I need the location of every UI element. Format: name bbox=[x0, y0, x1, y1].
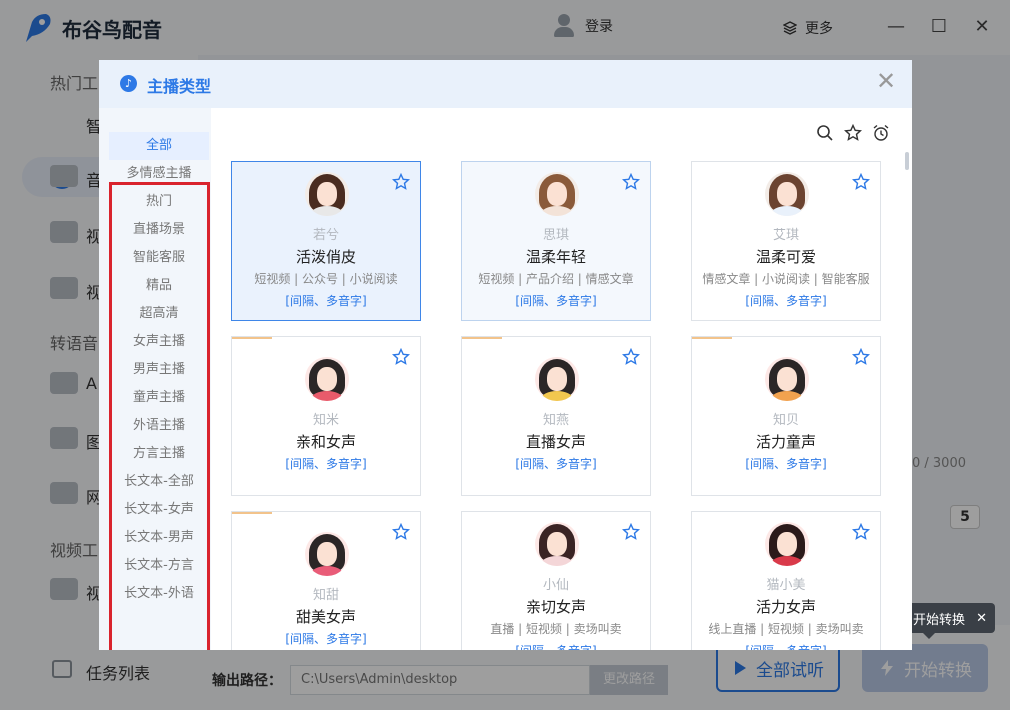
card-corner-accent bbox=[692, 337, 732, 339]
tooltip-close-icon[interactable]: ✕ bbox=[976, 611, 987, 626]
anchor-card[interactable]: 小仙亲切女声直播 | 短视频 | 卖场叫卖 [间隔、多音字] bbox=[461, 511, 651, 650]
anchor-card[interactable]: 知贝活力童声 [间隔、多音字] bbox=[691, 336, 881, 496]
anchor-voice-type: 直播女声 bbox=[525, 433, 586, 451]
star-icon[interactable] bbox=[844, 124, 862, 142]
favorite-star-icon[interactable] bbox=[851, 172, 871, 191]
category-item[interactable]: 精品 bbox=[109, 272, 209, 300]
anchor-name: 小仙 bbox=[542, 578, 569, 593]
alarm-clock-icon[interactable] bbox=[872, 124, 890, 142]
anchor-features: [间隔、多音字] bbox=[285, 632, 367, 646]
music-note-icon: ♪ bbox=[120, 75, 137, 92]
favorite-star-icon[interactable] bbox=[621, 522, 641, 541]
tooltip-text: 开始转换 bbox=[913, 612, 966, 628]
search-icon[interactable] bbox=[816, 124, 834, 142]
anchor-card[interactable]: 艾琪温柔可爱情感文章 | 小说阅读 | 智能客服 [间隔、多音字] bbox=[691, 161, 881, 321]
anchor-features: [间隔、多音字] bbox=[515, 294, 597, 308]
category-item[interactable]: 多情感主播 bbox=[109, 160, 209, 188]
category-item[interactable]: 长文本-女声 bbox=[109, 496, 209, 524]
anchor-avatar bbox=[535, 357, 579, 401]
category-item[interactable]: 长文本-方言 bbox=[109, 552, 209, 580]
anchor-card[interactable]: 若兮活泼俏皮短视频 | 公众号 | 小说阅读 [间隔、多音字] bbox=[231, 161, 421, 321]
category-item[interactable]: 长文本-外语 bbox=[109, 580, 209, 608]
anchor-card[interactable]: 知燕直播女声 [间隔、多音字] bbox=[461, 336, 651, 496]
start-tooltip: 开始转换 ✕ bbox=[905, 603, 995, 639]
anchor-name: 知米 bbox=[312, 413, 339, 428]
favorite-star-icon[interactable] bbox=[391, 522, 411, 541]
favorite-star-icon[interactable] bbox=[851, 522, 871, 541]
anchor-name: 知甜 bbox=[312, 588, 339, 603]
card-scrollbar[interactable] bbox=[905, 152, 909, 170]
favorite-star-icon[interactable] bbox=[391, 347, 411, 366]
anchor-tags: 短视频 | 公众号 | 小说阅读 bbox=[254, 272, 398, 286]
anchor-avatar bbox=[765, 522, 809, 566]
dialog-title: 主播类型 bbox=[147, 77, 212, 96]
category-item[interactable]: 长文本-男声 bbox=[109, 524, 209, 552]
anchor-name: 若兮 bbox=[312, 228, 339, 243]
anchor-avatar bbox=[305, 172, 349, 216]
category-item[interactable]: 直播场景 bbox=[109, 216, 209, 244]
anchor-avatar bbox=[305, 532, 349, 576]
category-item[interactable]: 男声主播 bbox=[109, 356, 209, 384]
anchor-avatar bbox=[535, 172, 579, 216]
category-item[interactable]: 全部 bbox=[109, 132, 209, 160]
anchor-card[interactable]: 猫小美活力女声线上直播 | 短视频 | 卖场叫卖 [间隔、多音字] bbox=[691, 511, 881, 650]
anchor-features: [间隔、多音字] bbox=[285, 457, 367, 471]
anchor-voice-type: 活力童声 bbox=[755, 433, 816, 451]
anchor-features: [间隔、多音字] bbox=[462, 642, 650, 650]
anchor-features: [间隔、多音字] bbox=[692, 642, 880, 650]
favorite-star-icon[interactable] bbox=[621, 347, 641, 366]
card-corner-accent bbox=[232, 337, 272, 339]
anchor-card[interactable]: 思琪温柔年轻短视频 | 产品介绍 | 情感文章 [间隔、多音字] bbox=[461, 161, 651, 321]
card-corner-accent bbox=[462, 337, 502, 339]
anchor-voice-type: 甜美女声 bbox=[295, 608, 356, 626]
anchor-tags: 情感文章 | 小说阅读 | 智能客服 bbox=[702, 272, 870, 286]
card-corner-accent bbox=[232, 512, 272, 514]
anchor-voice-type: 亲切女声 bbox=[525, 598, 586, 616]
anchor-tags: 直播 | 短视频 | 卖场叫卖 bbox=[490, 622, 622, 636]
anchor-features: [间隔、多音字] bbox=[745, 294, 827, 308]
category-item[interactable]: 女声主播 bbox=[109, 328, 209, 356]
anchor-name: 猫小美 bbox=[766, 578, 806, 593]
category-item[interactable]: 超高清 bbox=[109, 300, 209, 328]
category-item[interactable]: 童声主播 bbox=[109, 384, 209, 412]
anchor-type-dialog: ♪ 主播类型 ✕ 全部 多情感主播 热门 直播场景 智能客服 精品 超高清 女声主播 男声主播童… bbox=[99, 60, 912, 650]
anchor-avatar bbox=[765, 172, 809, 216]
category-list: 全部 多情感主播 热门 直播场景 智能客服 精品 超高清 女声主播 男声主播 童声主播 外语主播 方言… bbox=[99, 108, 211, 650]
anchor-tags: 线上直播 | 短视频 | 卖场叫卖 bbox=[708, 622, 864, 636]
category-item[interactable]: 热门 bbox=[109, 188, 209, 216]
dialog-header: ♪ 主播类型 ✕ bbox=[99, 60, 912, 108]
anchor-card[interactable]: 知米亲和女声 [间隔、多音字] bbox=[231, 336, 421, 496]
anchor-avatar bbox=[305, 357, 349, 401]
anchor-features: [间隔、多音字] bbox=[285, 294, 367, 308]
anchor-voice-type: 活泼俏皮 bbox=[295, 248, 356, 266]
category-item[interactable]: 外语主播 bbox=[109, 412, 209, 440]
anchor-voice-type: 亲和女声 bbox=[295, 433, 356, 451]
category-item[interactable]: 智能客服 bbox=[109, 244, 209, 272]
anchor-name: 知贝 bbox=[772, 413, 799, 428]
anchor-name: 知燕 bbox=[542, 413, 569, 428]
anchor-name: 艾琪 bbox=[772, 228, 799, 243]
anchor-card[interactable]: 知甜甜美女声 [间隔、多音字] bbox=[231, 511, 421, 650]
dialog-close-button[interactable]: ✕ bbox=[873, 68, 899, 94]
anchor-avatar bbox=[765, 357, 809, 401]
anchor-tags: 短视频 | 产品介绍 | 情感文章 bbox=[478, 272, 634, 286]
category-item[interactable]: 方言主播 bbox=[109, 440, 209, 468]
anchor-voice-type: 温柔年轻 bbox=[525, 248, 586, 266]
favorite-star-icon[interactable] bbox=[851, 347, 871, 366]
anchor-features: [间隔、多音字] bbox=[515, 457, 597, 471]
anchor-voice-type: 温柔可爱 bbox=[755, 248, 816, 266]
anchor-name: 思琪 bbox=[542, 228, 569, 243]
anchor-avatar bbox=[535, 522, 579, 566]
favorite-star-icon[interactable] bbox=[391, 172, 411, 191]
favorite-star-icon[interactable] bbox=[621, 172, 641, 191]
category-item[interactable]: 长文本-全部 bbox=[109, 468, 209, 496]
anchor-features: [间隔、多音字] bbox=[745, 457, 827, 471]
anchor-voice-type: 活力女声 bbox=[755, 598, 816, 616]
